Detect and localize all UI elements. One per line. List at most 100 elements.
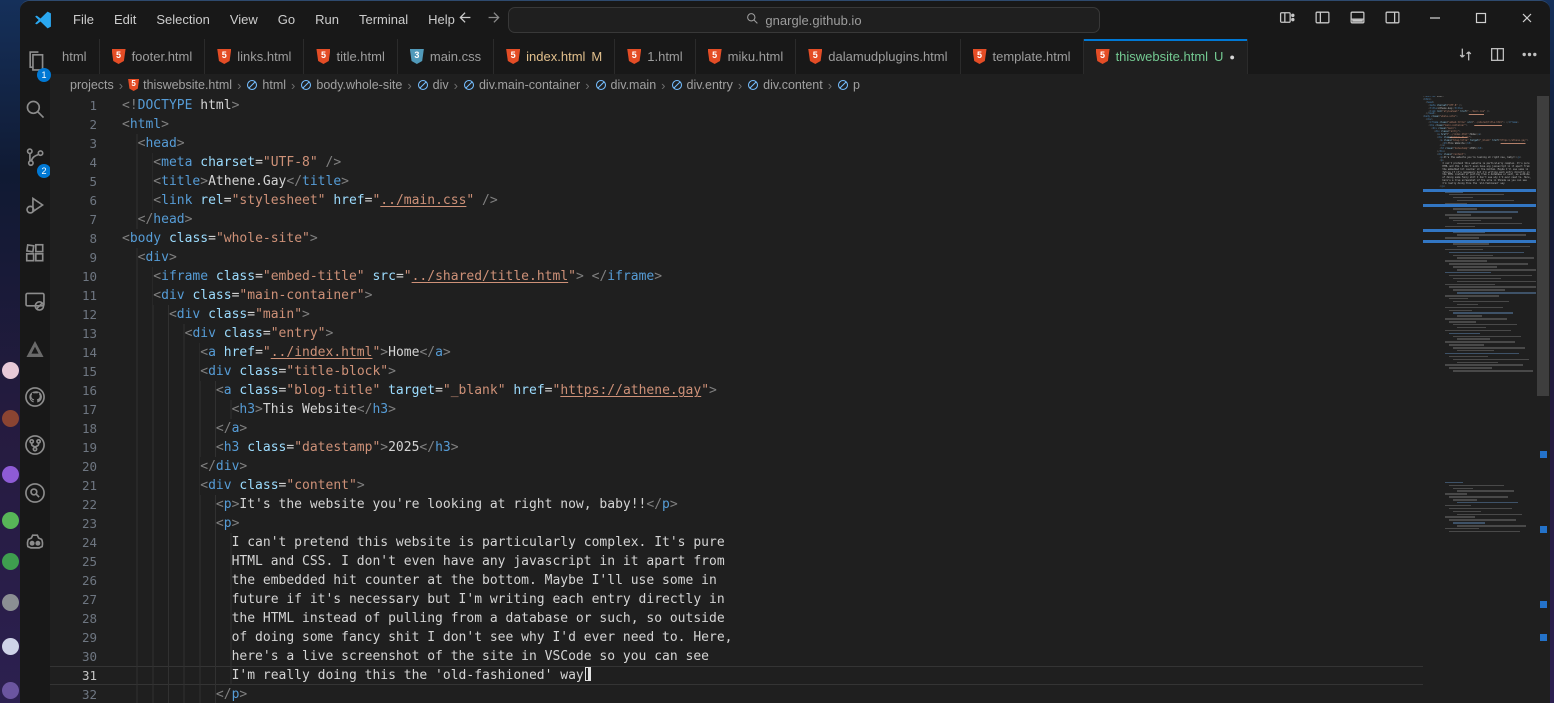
minimap-filler [1445, 249, 1483, 251]
breadcrumb-item-html[interactable]: html [246, 78, 286, 92]
menu-item-file[interactable]: File [63, 7, 104, 33]
breadcrumb-item-div.main-container[interactable]: div.main-container [463, 78, 580, 92]
minimap-filler [1457, 327, 1486, 329]
code-line[interactable]: 16<a class="blog-title" target="_blank" … [50, 381, 1423, 400]
breadcrumb-separator: › [661, 78, 665, 93]
code-line[interactable]: 13<div class="entry"> [50, 324, 1423, 343]
activity-item-github[interactable] [22, 386, 48, 434]
code-line[interactable]: 15<div class="title-block"> [50, 362, 1423, 381]
breadcrumb-item-div[interactable]: div [417, 78, 449, 92]
minimap-filler [1449, 310, 1472, 312]
code-line[interactable]: 8<body class="whole-site"> [50, 229, 1423, 248]
code-line[interactable]: 14<a href="../index.html">Home</a> [50, 343, 1423, 362]
code-line[interactable]: 25HTML and CSS. I don't even have any ja… [50, 552, 1423, 571]
tab-html[interactable]: html [50, 39, 100, 74]
code-line[interactable]: 20</div> [50, 457, 1423, 476]
activity-item-run-debug[interactable] [22, 194, 48, 242]
toggle-panel-button[interactable] [1347, 10, 1367, 30]
code-line[interactable]: 4<meta charset="UTF-8" /> [50, 153, 1423, 172]
toggle-sidebar-left-button[interactable] [1312, 10, 1332, 30]
command-center[interactable]: gnargle.github.io [508, 7, 1100, 33]
menu-item-go[interactable]: Go [268, 7, 305, 33]
code-line[interactable]: 21<div class="content"> [50, 476, 1423, 495]
code-line[interactable]: 31I'm really doing this the 'old-fashion… [50, 666, 1423, 685]
code-line[interactable]: 27future if it's necessary but I'm writi… [50, 590, 1423, 609]
code-line[interactable]: 5<title>Athene.Gay</title> [50, 172, 1423, 191]
code-line[interactable]: 1<!DOCTYPE html> [50, 96, 1423, 115]
tab-thiswebsite.html[interactable]: 5thiswebsite.htmlU● [1084, 39, 1248, 74]
close-button[interactable] [1504, 1, 1550, 39]
code-line[interactable]: 26the embedded hit counter at the bottom… [50, 571, 1423, 590]
code-line[interactable]: 23<p> [50, 514, 1423, 533]
activity-item-extensions[interactable] [22, 242, 48, 290]
activity-item-gitlens[interactable] [22, 482, 48, 530]
code-line[interactable]: 3<head> [50, 134, 1423, 153]
activity-item-git-graph[interactable] [22, 434, 48, 482]
tab-footer.html[interactable]: 5footer.html [100, 39, 206, 74]
open-changes-button[interactable] [1456, 48, 1474, 66]
symbol-element-icon [747, 79, 759, 91]
forward-button[interactable] [484, 9, 506, 31]
code-line[interactable]: 12<div class="main"> [50, 305, 1423, 324]
breadcrumb-item-body.whole-site[interactable]: body.whole-site [300, 78, 402, 92]
tab-dalamudplugins.html[interactable]: 5dalamudplugins.html [796, 39, 960, 74]
tab-index.html[interactable]: 5index.htmlM [494, 39, 615, 74]
tab-template.html[interactable]: 5template.html [961, 39, 1084, 74]
minimize-button[interactable] [1412, 1, 1458, 39]
minimap[interactable]: <!DOCTYPE html><html> <head> <meta chars… [1423, 96, 1536, 703]
activity-item-triangle-a[interactable] [22, 338, 48, 386]
toggle-sidebar-right-button[interactable] [1382, 10, 1402, 30]
code-line[interactable]: 9<div> [50, 248, 1423, 267]
code-line[interactable]: 29of doing some fancy shit I don't see w… [50, 628, 1423, 647]
activity-item-explorer[interactable]: 1 [22, 50, 48, 98]
tab-miku.html[interactable]: 5miku.html [696, 39, 797, 74]
code-line[interactable]: 30here's a live screenshot of the site i… [50, 647, 1423, 666]
breadcrumb-item-div.content[interactable]: div.content [747, 78, 823, 92]
line-number: 22 [50, 495, 122, 514]
menu-item-run[interactable]: Run [305, 7, 349, 33]
tab-links.html[interactable]: 5links.html [205, 39, 304, 74]
minimap-filler [1457, 514, 1522, 516]
activity-item-godot[interactable] [22, 530, 48, 578]
code-line[interactable]: 24I can't pretend this website is partic… [50, 533, 1423, 552]
line-number: 4 [50, 153, 122, 172]
activity-item-search[interactable] [22, 98, 48, 146]
code-line[interactable]: 11<div class="main-container"> [50, 286, 1423, 305]
code-line[interactable]: 10<iframe class="embed-title" src="../sh… [50, 267, 1423, 286]
code-line[interactable]: 19<h3 class="datestamp">2025</h3> [50, 438, 1423, 457]
breadcrumb-item-div.entry[interactable]: div.entry [671, 78, 733, 92]
breadcrumb-item-thiswebsite.html[interactable]: 5thiswebsite.html [128, 78, 232, 92]
activity-item-source-control[interactable]: 2 [22, 146, 48, 194]
menu-item-edit[interactable]: Edit [104, 7, 146, 33]
tab-main.css[interactable]: 3main.css [398, 39, 494, 74]
line-number: 26 [50, 571, 122, 590]
code-line[interactable]: 6<link rel="stylesheet" href="../main.cs… [50, 191, 1423, 210]
code-line[interactable]: 18</a> [50, 419, 1423, 438]
menu-item-selection[interactable]: Selection [146, 7, 219, 33]
breadcrumb-item-div.main[interactable]: div.main [595, 78, 657, 92]
minimap-filler [1453, 336, 1521, 338]
tab-1.html[interactable]: 51.html [615, 39, 695, 74]
code-line[interactable]: 32</p> [50, 685, 1423, 703]
vertical-scrollbar[interactable] [1536, 96, 1550, 703]
customize-layout-button[interactable] [1277, 10, 1297, 30]
breadcrumb-item-projects[interactable]: projects [70, 78, 114, 92]
split-editor-button[interactable] [1488, 48, 1506, 66]
back-button[interactable] [452, 9, 474, 31]
tab-title.html[interactable]: 5title.html [304, 39, 397, 74]
menu-item-view[interactable]: View [220, 7, 268, 33]
code-line[interactable]: 7</head> [50, 210, 1423, 229]
unsaved-dot[interactable]: ● [1229, 52, 1234, 62]
activity-item-remote-explorer[interactable] [22, 290, 48, 338]
code-line[interactable]: 2<html> [50, 115, 1423, 134]
menu-item-terminal[interactable]: Terminal [349, 7, 418, 33]
scrollbar-thumb[interactable] [1537, 96, 1549, 396]
maximize-button[interactable] [1458, 1, 1504, 39]
minimap-filler [1445, 341, 1515, 343]
code-editor[interactable]: 1<!DOCTYPE html>2<html>3<head>4<meta cha… [50, 96, 1550, 703]
breadcrumb-item-p[interactable]: p [837, 78, 860, 92]
more-actions-button[interactable] [1520, 48, 1538, 66]
code-line[interactable]: 28the HTML instead of pulling from a dat… [50, 609, 1423, 628]
code-line[interactable]: 22<p>It's the website you're looking at … [50, 495, 1423, 514]
code-line[interactable]: 17<h3>This Website</h3> [50, 400, 1423, 419]
